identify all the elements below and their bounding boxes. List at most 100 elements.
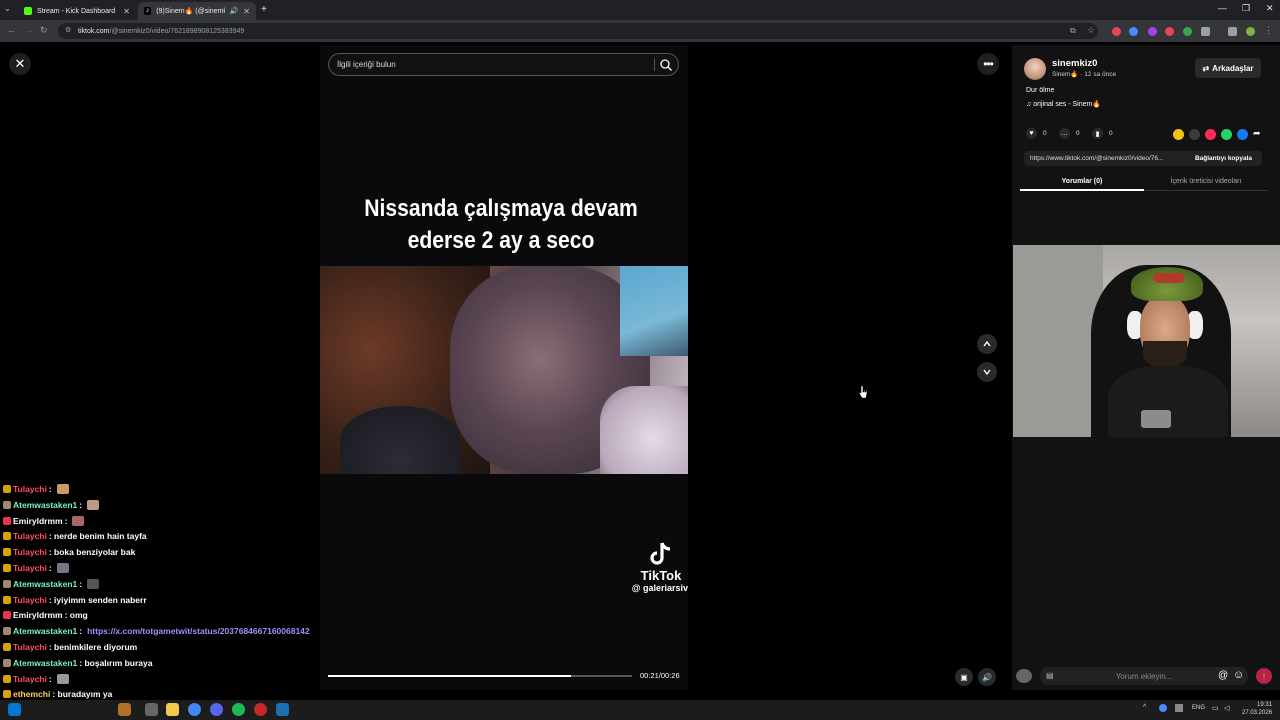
tray-icon[interactable] [1159, 704, 1167, 712]
author-avatar[interactable] [1024, 58, 1046, 80]
search-input[interactable]: İlgili içeriği bulun [328, 53, 679, 76]
video-frame-region [600, 386, 688, 474]
chat-username[interactable]: Tulaychi [13, 484, 47, 494]
chat-message: Emiryldrmm : omg [3, 610, 88, 620]
more-options-button[interactable]: ••• [977, 53, 999, 75]
heart-icon: ♥ [1026, 128, 1037, 139]
friends-button[interactable]: ⇄ Arkadaşlar [1195, 58, 1261, 78]
like-stat[interactable]: ♥ 0 [1026, 128, 1047, 139]
extension-icon[interactable] [1112, 27, 1121, 36]
chat-username[interactable]: Atemwastaken1 [13, 579, 77, 589]
discord-icon[interactable] [210, 703, 223, 716]
chat-message: Tulaychi : [3, 484, 69, 494]
author-username[interactable]: sinemkiz0 [1052, 58, 1097, 69]
clock-time: 19:31 [1257, 702, 1273, 708]
chat-message: Atemwastaken1 : boşalırım buraya [3, 658, 152, 668]
save-stat[interactable]: ▮ 0 [1092, 128, 1113, 139]
gift-icon[interactable]: ▤ [1046, 671, 1054, 680]
chat-username[interactable]: Tulaychi [13, 563, 47, 573]
previous-video-button[interactable] [977, 334, 997, 354]
task-view-icon[interactable] [145, 703, 158, 716]
extension-icon[interactable] [1148, 27, 1157, 36]
chat-badge-icon [3, 532, 11, 541]
reload-icon[interactable]: ↻ [40, 25, 48, 36]
send-to-friends-icon[interactable] [1205, 129, 1216, 140]
next-video-button[interactable] [977, 362, 997, 382]
search-divider [654, 58, 655, 71]
volume-icon[interactable]: ◁ [1224, 704, 1229, 712]
chat-username[interactable]: Atemwastaken1 [13, 658, 77, 668]
forward-icon[interactable]: → [24, 25, 33, 35]
address-bar[interactable]: ⚙ tiktok.com/@sinemkiz0/video/7621898908… [58, 23, 1098, 39]
minimize-icon[interactable]: — [1218, 3, 1227, 13]
chrome-icon[interactable] [188, 703, 201, 716]
pip-button[interactable]: ▣ [955, 668, 973, 686]
music-info[interactable]: ♫ orijinal ses - Sinem🔥 [1026, 100, 1101, 108]
copy-link-button[interactable]: Bağlantıyı kopyala [1185, 151, 1262, 166]
comment-input[interactable]: ▤ Yorum ekleyin... [1040, 667, 1248, 685]
mention-icon[interactable]: @ [1218, 670, 1228, 681]
tab-tiktok[interactable]: ♪ (9)Sinem🔥 (@sinemkiz0) 🔊 ✕ [138, 2, 256, 20]
search-placeholder: İlgili içeriği bulun [337, 60, 396, 69]
close-icon[interactable]: ✕ [123, 7, 130, 16]
emoji-icon[interactable]: ☺ [1233, 669, 1244, 681]
chat-username[interactable]: Atemwastaken1 [13, 626, 77, 636]
tab-creator-videos[interactable]: İçerik üreticisi videoları [1144, 172, 1268, 191]
new-tab-button[interactable]: + [261, 4, 267, 15]
close-icon[interactable]: ✕ [243, 7, 250, 16]
mouse-cursor-icon [858, 385, 868, 399]
more-icon: ••• [983, 57, 994, 71]
chat-badge-icon [3, 658, 11, 667]
input-language[interactable]: ENG [1192, 705, 1205, 711]
speaker-icon[interactable]: 🔊 [230, 7, 239, 15]
send-comment-button[interactable]: ↑ [1256, 668, 1272, 684]
chat-username[interactable]: Tulaychi [13, 547, 47, 557]
profile-avatar[interactable] [1246, 27, 1255, 36]
extension-icon[interactable] [1165, 27, 1174, 36]
taskbar-app-icon[interactable] [118, 703, 131, 716]
tab-comments[interactable]: Yorumlar (0) [1020, 172, 1144, 191]
tab-search-icon[interactable]: ⌄ [4, 4, 11, 13]
extension-icon[interactable] [1129, 27, 1138, 36]
spotify-icon[interactable] [232, 703, 245, 716]
comment-stat[interactable]: … 0 [1059, 128, 1080, 139]
facebook-icon[interactable] [1237, 129, 1248, 140]
maximize-icon[interactable]: ❐ [1242, 3, 1250, 14]
close-video-button[interactable]: ✕ [9, 53, 31, 75]
repost-icon[interactable] [1173, 129, 1184, 140]
windows-start-icon[interactable] [8, 703, 21, 716]
tab-kick-dashboard[interactable]: Stream - Kick Dashboard ✕ [18, 2, 136, 20]
taskbar-app-icon[interactable] [254, 703, 267, 716]
chat-username[interactable]: Tulaychi [13, 531, 47, 541]
chat-username[interactable]: ethemchi [13, 689, 50, 699]
tray-icon[interactable] [1175, 704, 1183, 712]
extension-icon[interactable] [1183, 27, 1192, 36]
chat-username[interactable]: Tulaychi [13, 674, 47, 684]
bookmark-star-icon[interactable]: ☆ [1087, 25, 1095, 36]
sidepanel-icon[interactable] [1228, 27, 1237, 36]
network-icon[interactable]: ▭ [1212, 704, 1219, 712]
embed-icon[interactable] [1189, 129, 1200, 140]
browser-menu-icon[interactable]: ⋮ [1264, 25, 1273, 36]
chat-username[interactable]: Atemwastaken1 [13, 500, 77, 510]
chat-link[interactable]: https://x.com/totgametwit/status/2037684… [87, 626, 310, 636]
extensions-puzzle-icon[interactable] [1201, 27, 1210, 36]
chat-text: : [64, 515, 68, 526]
system-clock[interactable]: 19:31 27.03.2026 [1242, 701, 1272, 717]
chat-username[interactable]: Emiryldrmm [13, 610, 63, 620]
file-explorer-icon[interactable] [166, 703, 179, 716]
close-window-icon[interactable]: ✕ [1266, 3, 1274, 14]
chat-username[interactable]: Emiryldrmm [13, 516, 63, 526]
search-icon[interactable] [659, 58, 673, 72]
caption-line: Nissanda çalışmaya devam [364, 195, 638, 222]
site-info-icon[interactable]: ⚙ [65, 26, 71, 34]
chat-username[interactable]: Tulaychi [13, 642, 47, 652]
tray-chevron-icon[interactable]: ^ [1143, 704, 1146, 711]
chat-username[interactable]: Tulaychi [13, 595, 47, 605]
back-icon[interactable]: ← [7, 25, 16, 35]
whatsapp-icon[interactable] [1221, 129, 1232, 140]
volume-button[interactable]: 🔊 [978, 668, 996, 686]
install-icon[interactable]: ⧉ [1070, 26, 1076, 36]
share-arrow-icon[interactable]: ➦ [1253, 128, 1261, 139]
steam-icon[interactable] [276, 703, 289, 716]
